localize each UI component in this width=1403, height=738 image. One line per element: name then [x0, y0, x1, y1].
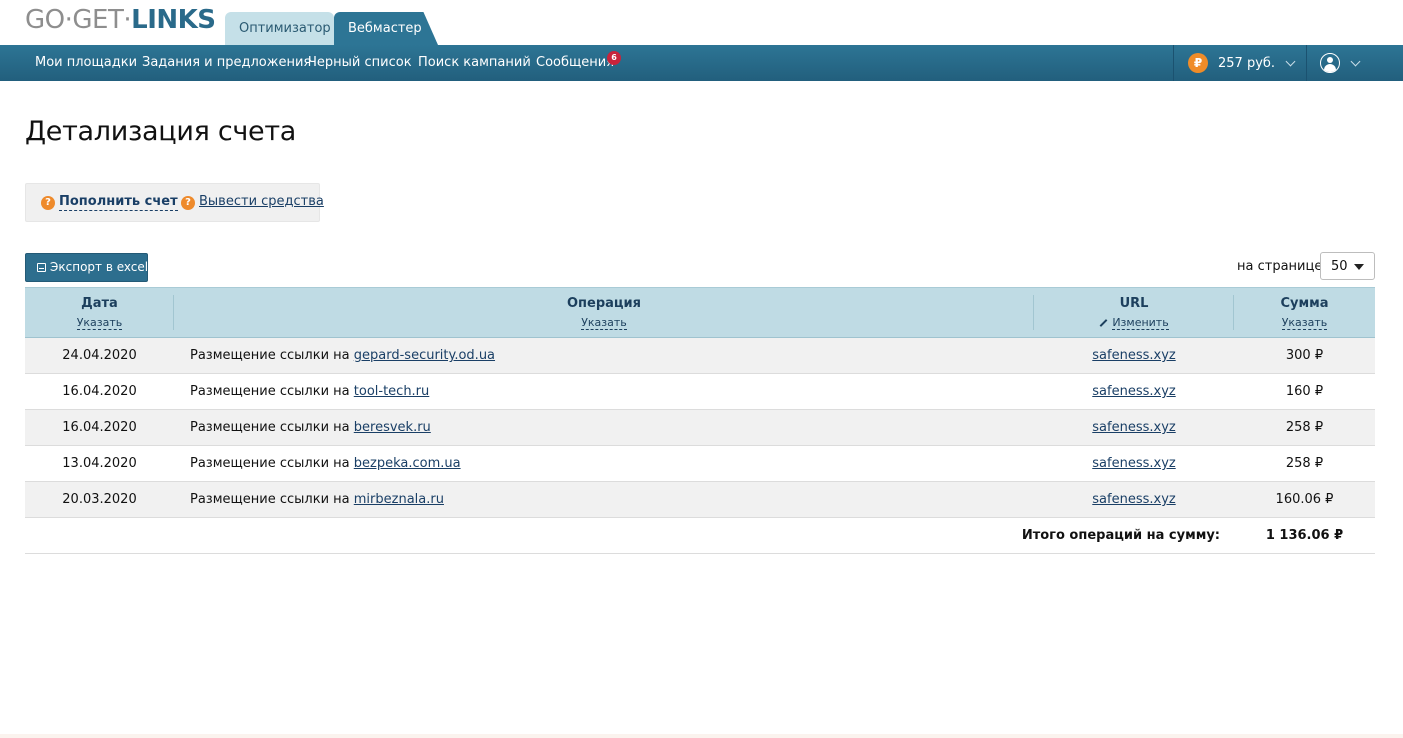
- pencil-icon: [1099, 319, 1108, 327]
- export-label: Экспорт в excel: [50, 260, 149, 274]
- ruble-coin-icon: ₽: [1188, 53, 1208, 73]
- row-sum: 160 ₽: [1285, 384, 1324, 399]
- row-operation: Размещение ссылки на bezpeka.com.ua: [190, 446, 461, 482]
- column-sum-title: Сумма: [1280, 296, 1329, 311]
- account-actions: ? Пополнить счет ? Вывести средства: [25, 183, 324, 222]
- url-link[interactable]: safeness.xyz: [1092, 348, 1175, 363]
- column-operation-title: Операция: [566, 296, 642, 311]
- user-avatar-icon: [1320, 53, 1340, 73]
- operation-text: Размещение ссылки на: [190, 348, 350, 363]
- column-url-title: URL: [1119, 296, 1149, 311]
- row-operation: Размещение ссылки на tool-tech.ru: [190, 374, 429, 410]
- chevron-down-icon: [1350, 56, 1361, 66]
- chevron-down-icon: [1285, 56, 1296, 66]
- messages-badge: 6: [607, 51, 621, 65]
- operation-text: Размещение ссылки на: [190, 492, 350, 507]
- nav-divider: [1173, 45, 1174, 81]
- sum-filter-link[interactable]: Указать: [1281, 317, 1328, 330]
- page-footer-edge: [0, 734, 1403, 738]
- row-sum: 300 ₽: [1285, 348, 1324, 363]
- operation-site-link[interactable]: gepard-security.od.ua: [354, 348, 495, 363]
- total-label: Итого операций на сумму:: [1021, 528, 1220, 543]
- row-date: 16.04.2020: [62, 420, 137, 435]
- table-row: 13.04.2020 Размещение ссылки на bezpeka.…: [25, 446, 1375, 482]
- row-sum: 258 ₽: [1285, 456, 1324, 471]
- row-url: safeness.xyz: [1034, 446, 1234, 482]
- column-url: URL Изменить: [1034, 288, 1234, 338]
- page-title: Детализация счета: [25, 116, 297, 147]
- row-date: 20.03.2020: [62, 492, 137, 507]
- nav-my-sites[interactable]: Мои площадки: [35, 45, 137, 81]
- url-edit-link[interactable]: Изменить: [1112, 317, 1169, 330]
- operation-site-link[interactable]: tool-tech.ru: [354, 384, 430, 399]
- table-row: 16.04.2020 Размещение ссылки на tool-tec…: [25, 374, 1375, 410]
- logo[interactable]: GO·GET·LINKS: [25, 5, 216, 35]
- row-operation: Размещение ссылки на mirbeznala.ru: [190, 482, 444, 518]
- operation-site-link[interactable]: bezpeka.com.ua: [354, 456, 461, 471]
- column-date-title: Дата: [81, 296, 118, 311]
- row-operation: Размещение ссылки на gepard-security.od.…: [190, 338, 495, 374]
- row-date: 24.04.2020: [62, 348, 137, 363]
- per-page-label: на странице: [1237, 259, 1323, 274]
- column-sum: Сумма Указать: [1234, 288, 1375, 338]
- table-row: 24.04.2020 Размещение ссылки на gepard-s…: [25, 338, 1375, 374]
- operation-text: Размещение ссылки на: [190, 456, 350, 471]
- user-menu[interactable]: [1320, 45, 1361, 81]
- total-value: 1 136.06 ₽: [1265, 528, 1344, 543]
- logo-part-links: LINKS: [131, 5, 216, 35]
- row-operation: Размещение ссылки на beresvek.ru: [190, 410, 431, 446]
- logo-part-get: GET: [72, 5, 124, 35]
- logo-separator: ·: [123, 5, 132, 35]
- url-link[interactable]: safeness.xyz: [1092, 384, 1175, 399]
- table-row: 20.03.2020 Размещение ссылки на mirbezna…: [25, 482, 1375, 518]
- main-nav: Мои площадки Задания и предложения Черны…: [0, 45, 1403, 81]
- row-url: safeness.xyz: [1034, 410, 1234, 446]
- row-sum: 258 ₽: [1285, 420, 1324, 435]
- nav-divider: [1306, 45, 1307, 81]
- nav-blacklist[interactable]: Черный список: [308, 45, 412, 81]
- caret-down-icon: [1354, 264, 1364, 270]
- row-url: safeness.xyz: [1034, 374, 1234, 410]
- operation-site-link[interactable]: beresvek.ru: [354, 420, 431, 435]
- column-date: Дата Указать: [25, 288, 174, 338]
- balance-amount: 257 руб.: [1218, 55, 1276, 71]
- total-row: Итого операций на сумму: 1 136.06 ₽: [25, 518, 1375, 554]
- table-header: Дата Указать Операция Указать URL Измени…: [25, 287, 1375, 338]
- row-date: 13.04.2020: [62, 456, 137, 471]
- url-link[interactable]: safeness.xyz: [1092, 420, 1175, 435]
- row-sum: 160.06 ₽: [1275, 492, 1334, 507]
- deposit-link[interactable]: Пополнить счет: [59, 194, 178, 211]
- operation-text: Размещение ссылки на: [190, 420, 350, 435]
- help-icon[interactable]: ?: [181, 196, 195, 210]
- per-page-value: 50: [1331, 259, 1348, 274]
- export-excel-button[interactable]: Экспорт в excel: [25, 253, 148, 282]
- top-header: GO·GET·LINKS Оптимизатор Вебмастер: [0, 0, 1403, 45]
- date-filter-link[interactable]: Указать: [76, 317, 123, 330]
- column-operation: Операция Указать: [174, 288, 1034, 338]
- logo-part-go: GO: [25, 5, 65, 35]
- url-link[interactable]: safeness.xyz: [1092, 456, 1175, 471]
- save-icon: [37, 263, 46, 272]
- table-row: 16.04.2020 Размещение ссылки на beresvek…: [25, 410, 1375, 446]
- operation-site-link[interactable]: mirbeznala.ru: [354, 492, 444, 507]
- operation-text: Размещение ссылки на: [190, 384, 350, 399]
- row-url: safeness.xyz: [1034, 482, 1234, 518]
- nav-campaign-search[interactable]: Поиск кампаний: [418, 45, 531, 81]
- nav-messages[interactable]: Сообщения: [536, 45, 614, 81]
- tab-optimizer[interactable]: Оптимизатор: [225, 12, 334, 45]
- tab-webmaster[interactable]: Вебмастер: [334, 12, 438, 45]
- operation-filter-link[interactable]: Указать: [581, 317, 627, 330]
- row-date: 16.04.2020: [62, 384, 137, 399]
- url-link[interactable]: safeness.xyz: [1092, 492, 1175, 507]
- help-icon[interactable]: ?: [41, 196, 55, 210]
- withdraw-link[interactable]: Вывести средства: [199, 194, 324, 210]
- per-page-select[interactable]: 50: [1320, 252, 1375, 280]
- nav-tasks-offers[interactable]: Задания и предложения: [142, 45, 311, 81]
- row-url: safeness.xyz: [1034, 338, 1234, 374]
- balance-menu[interactable]: ₽ 257 руб.: [1188, 45, 1296, 81]
